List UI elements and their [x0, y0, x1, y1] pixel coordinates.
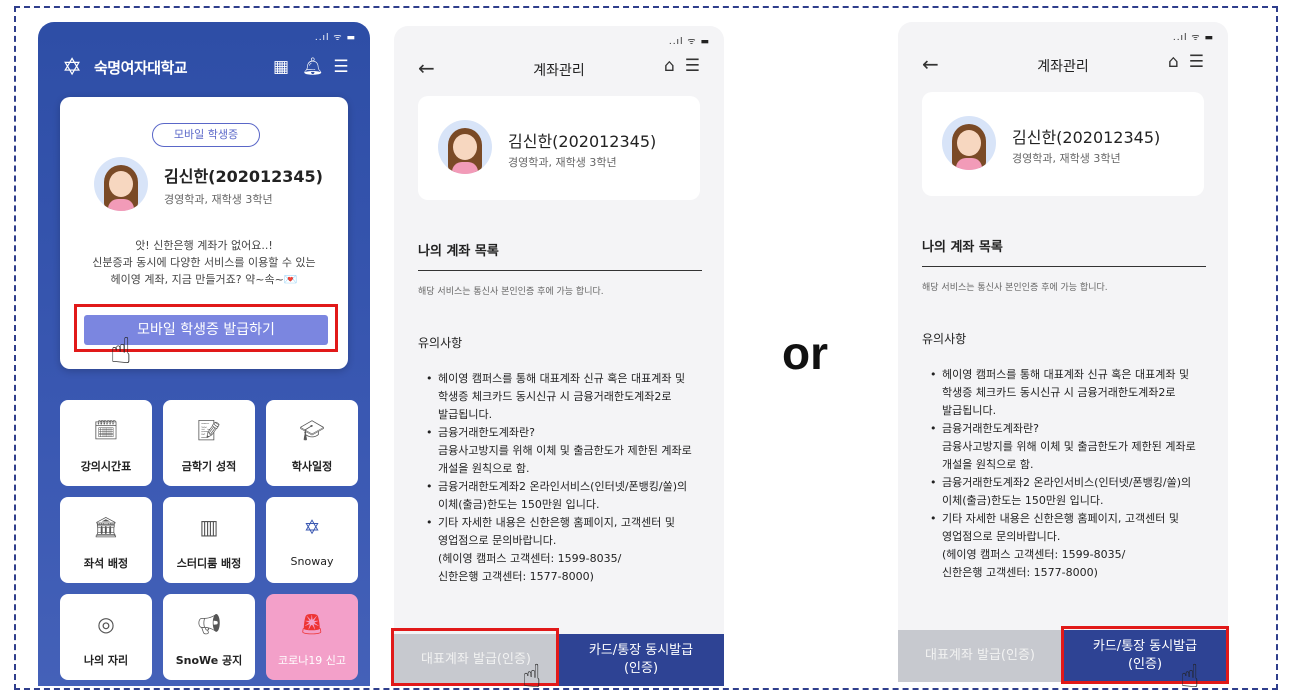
account-list-title: 나의 계좌 목록 — [418, 244, 499, 259]
target-icon: ◎ — [97, 612, 115, 636]
list-item: 금융거래한도계좌란? — [928, 420, 1222, 438]
avatar — [942, 116, 996, 170]
home-icon[interactable]: ⌂ — [664, 56, 675, 76]
avatar — [438, 120, 492, 174]
pointer-hand-icon: ☝ — [110, 331, 132, 372]
notice-list: 헤이영 캠퍼스를 통해 대표계좌 신규 혹은 대표계좌 및 학생증 체크카드 동… — [424, 370, 718, 586]
auth-note: 해당 서비스는 통신사 본인인증 후에 가능 합니다. — [922, 283, 1108, 293]
list-item: 기타 자세한 내용은 신한은행 홈페이지, 고객센터 및 — [424, 514, 718, 532]
menu-tile-snoway[interactable]: ✡ Snoway — [266, 497, 358, 583]
menu-tile-timetable[interactable]: 🗓︎ 강의시간표 — [60, 400, 152, 486]
menu-tile-seat[interactable]: 🏛︎ 좌석 배정 — [60, 497, 152, 583]
no-account-message: 앗! 신한은행 계좌가 없어요..! 신분증과 동시에 다양한 서비스를 이용할… — [92, 239, 316, 286]
notice-title: 유의사항 — [418, 336, 463, 350]
bell-icon[interactable]: 🔔︎ — [302, 57, 324, 77]
phone-account-screen-option-a: ..ıl ᯤ ▬ ← 계좌관리 ⌂ ☰ 김신한(202012345) 경영학과,… — [394, 26, 724, 686]
highlight-box — [1061, 626, 1229, 684]
divider — [418, 270, 702, 271]
megaphone-icon: 📢︎ — [196, 612, 222, 636]
profile-card: 김신한(202012345) 경영학과, 재학생 3학년 — [922, 92, 1204, 196]
mobile-id-badge: 모바일 학생증 — [152, 123, 260, 147]
notice-title: 유의사항 — [922, 332, 967, 346]
menu-tile-snowe-notice[interactable]: 📢︎ SnoWe 공지 — [163, 594, 255, 680]
building-icon: 🏛︎ — [93, 515, 119, 539]
grade-icon: 📝︎ — [196, 418, 222, 442]
status-bar: ..ıl ᯤ ▬ — [314, 33, 356, 43]
student-name: 김신한(202012345) — [1012, 128, 1161, 147]
timetable-icon: 🗓︎ — [93, 418, 119, 442]
phone-home-screen: ..ıl ᯤ ▬ ✡ 숙명여자대학교 ▦ 🔔︎ ☰ 모바일 학생증 김신한(20… — [38, 22, 370, 686]
student-name: 김신한(202012345) — [164, 167, 323, 186]
qr-icon[interactable]: ▦ — [272, 57, 290, 77]
menu-tile-grades[interactable]: 📝︎ 금학기 성적 — [163, 400, 255, 486]
student-info: 경영학과, 재학생 3학년 — [508, 156, 617, 169]
menu-tile-studyroom[interactable]: ▥ 스터디룸 배정 — [163, 497, 255, 583]
student-info: 경영학과, 재학생 3학년 — [164, 193, 273, 206]
account-list-title: 나의 계좌 목록 — [922, 240, 1003, 255]
card-account-issue-button[interactable]: 카드/통장 동시발급 (인증) — [558, 634, 724, 686]
app-header: ✡ 숙명여자대학교 ▦ 🔔︎ ☰ — [58, 52, 350, 82]
university-logo-icon: ✡ — [61, 53, 83, 81]
status-bar: ..ıl ᯤ ▬ — [668, 37, 710, 47]
profile-card: 김신한(202012345) 경영학과, 재학생 3학년 — [418, 96, 700, 200]
menu-icon[interactable]: ☰ — [1189, 52, 1204, 72]
avatar — [94, 157, 148, 211]
list-item: 헤이영 캠퍼스를 통해 대표계좌 신규 혹은 대표계좌 및 — [424, 370, 718, 388]
screen-header: ← 계좌관리 ⌂ ☰ — [394, 56, 724, 84]
pointer-hand-icon: ☝ — [1180, 657, 1200, 693]
menu-icon[interactable]: ☰ — [685, 56, 700, 76]
menu-icon[interactable]: ☰ — [332, 57, 350, 77]
university-name: 숙명여자대학교 — [94, 58, 188, 77]
list-item: 금융거래한도계좌2 온라인서비스(인터넷/폰뱅킹/쏠)의 — [424, 478, 718, 496]
menu-tile-academic-calendar[interactable]: 🎓︎ 학사일정 — [266, 400, 358, 486]
list-item: 금융거래한도계좌란? — [424, 424, 718, 442]
studyroom-icon: ▥ — [199, 515, 219, 539]
list-item: 금융거래한도계좌2 온라인서비스(인터넷/폰뱅킹/쏠)의 — [928, 474, 1222, 492]
student-info: 경영학과, 재학생 3학년 — [1012, 152, 1121, 165]
primary-account-issue-button[interactable]: 대표계좌 발급(인증) — [898, 630, 1062, 682]
snowflake-icon: ✡ — [303, 515, 321, 539]
menu-tile-covid-report[interactable]: 🚨︎ 코로나19 신고 — [266, 594, 358, 680]
pointer-hand-icon: ☝ — [522, 657, 542, 693]
list-item: 헤이영 캠퍼스를 통해 대표계좌 신규 혹은 대표계좌 및 — [928, 366, 1222, 384]
home-icon[interactable]: ⌂ — [1168, 52, 1179, 72]
divider — [922, 266, 1206, 267]
phone-account-screen-option-b: ..ıl ᯤ ▬ ← 계좌관리 ⌂ ☰ 김신한(202012345) 경영학과,… — [898, 22, 1228, 682]
status-bar: ..ıl ᯤ ▬ — [1172, 33, 1214, 43]
notice-list: 헤이영 캠퍼스를 통해 대표계좌 신규 혹은 대표계좌 및 학생증 체크카드 동… — [928, 366, 1222, 582]
student-name: 김신한(202012345) — [508, 132, 657, 151]
auth-note: 해당 서비스는 통신사 본인인증 후에 가능 합니다. — [418, 287, 604, 297]
siren-icon: 🚨︎ — [299, 612, 325, 636]
or-label: or — [782, 327, 828, 379]
graduation-cap-icon: 🎓︎ — [299, 418, 325, 442]
menu-tile-my-seat[interactable]: ◎ 나의 자리 — [60, 594, 152, 680]
list-item: 기타 자세한 내용은 신한은행 홈페이지, 고객센터 및 — [928, 510, 1222, 528]
screen-header: ← 계좌관리 ⌂ ☰ — [898, 52, 1228, 80]
